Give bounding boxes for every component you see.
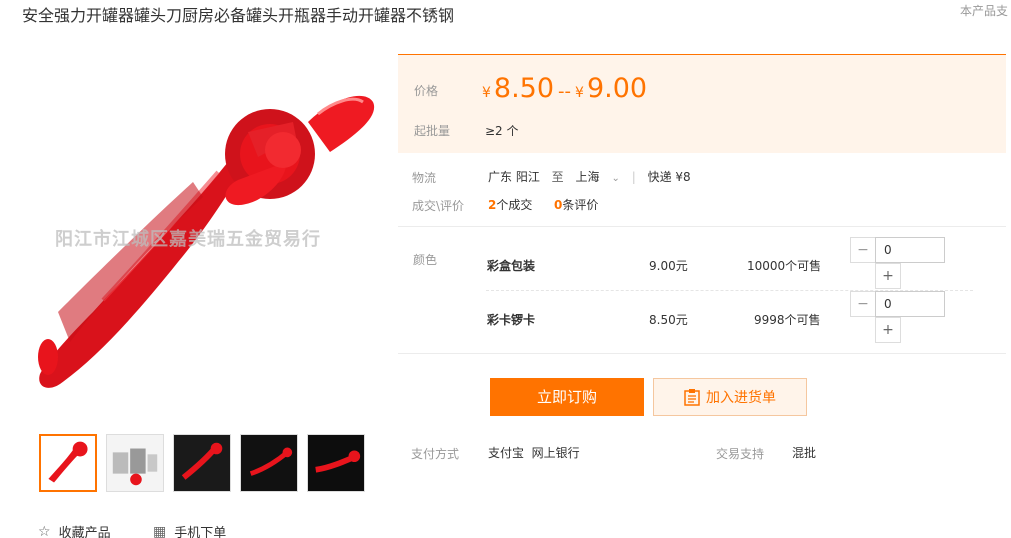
sku-stock: 9998个可售 bbox=[754, 313, 821, 327]
minus-button[interactable]: − bbox=[850, 237, 876, 263]
sku-price: 8.50元 bbox=[649, 313, 688, 327]
payment-methods: 支付宝 网上银行 bbox=[488, 446, 580, 460]
deals-row: 2个成交 0条评价 bbox=[488, 198, 599, 212]
trade-support-value: 混批 bbox=[792, 446, 817, 460]
sku-name: 彩卡锣卡 bbox=[487, 313, 536, 327]
thumbnail-strip bbox=[39, 434, 365, 492]
product-title: 安全强力开罐器罐头刀厨房必备罐头开瓶器手动开罐器不锈钢 bbox=[22, 6, 455, 25]
payment-label: 支付方式 bbox=[411, 447, 460, 461]
logistics-row: 广东 阳江 至 上海 ⌄ | 快递 ¥8 bbox=[488, 170, 691, 184]
star-icon: ☆ bbox=[38, 523, 51, 538]
qr-code-icon: ▦ bbox=[153, 523, 167, 538]
chevron-down-icon: ⌄ bbox=[611, 173, 620, 184]
plus-button[interactable]: + bbox=[875, 263, 901, 289]
trade-support-label: 交易支持 bbox=[716, 447, 765, 461]
price-min: 8.50 bbox=[493, 73, 555, 104]
watermark-text: 阳江市江城区嘉美瑞五金贸易行 bbox=[55, 229, 321, 250]
moq-value: ≥2 个 bbox=[485, 124, 519, 138]
minus-button[interactable]: − bbox=[850, 291, 876, 317]
moq-label: 起批量 bbox=[414, 124, 451, 138]
quantity-input[interactable]: 0 bbox=[875, 291, 945, 317]
reviews-link[interactable]: 条评价 bbox=[562, 198, 598, 212]
price-max: 9.00 bbox=[586, 73, 648, 104]
logistics-label: 物流 bbox=[412, 171, 437, 185]
divider bbox=[398, 226, 1006, 227]
divider bbox=[398, 353, 1006, 354]
clipboard-icon bbox=[684, 389, 700, 406]
price-range: ¥ 8.50 -- ¥ 9.00 bbox=[482, 73, 648, 104]
shipping-fee: 快递 ¥8 bbox=[647, 170, 691, 184]
ship-from: 广东 阳江 bbox=[488, 170, 540, 184]
buy-now-button[interactable]: 立即订购 bbox=[490, 378, 644, 416]
sku-stock: 10000个可售 bbox=[747, 259, 822, 273]
thumbnail-5[interactable] bbox=[307, 434, 365, 492]
report-link[interactable]: 本产品支 bbox=[960, 2, 1008, 19]
thumbnail-4[interactable] bbox=[240, 434, 298, 492]
color-label: 颜色 bbox=[413, 253, 438, 267]
price-panel: 价格 ¥ 8.50 -- ¥ 9.00 起批量 ≥2 个 bbox=[398, 54, 1006, 153]
thumbnail-2[interactable] bbox=[106, 434, 164, 492]
sku-name: 彩盒包装 bbox=[487, 259, 536, 273]
plus-button[interactable]: + bbox=[875, 317, 901, 343]
thumbnail-1[interactable] bbox=[39, 434, 97, 492]
add-to-purchase-list-button[interactable]: 加入进货单 bbox=[653, 378, 807, 416]
price-label: 价格 bbox=[414, 84, 439, 98]
ship-to-select[interactable]: 上海 ⌄ bbox=[576, 170, 620, 184]
quantity-input[interactable]: 0 bbox=[875, 237, 945, 263]
sku-price: 9.00元 bbox=[649, 259, 688, 273]
mobile-order[interactable]: ▦ 手机下单 bbox=[153, 522, 226, 538]
deals-label: 成交\评价 bbox=[412, 199, 465, 213]
favorite-product[interactable]: ☆ 收藏产品 bbox=[38, 522, 111, 538]
thumbnail-3[interactable] bbox=[173, 434, 231, 492]
